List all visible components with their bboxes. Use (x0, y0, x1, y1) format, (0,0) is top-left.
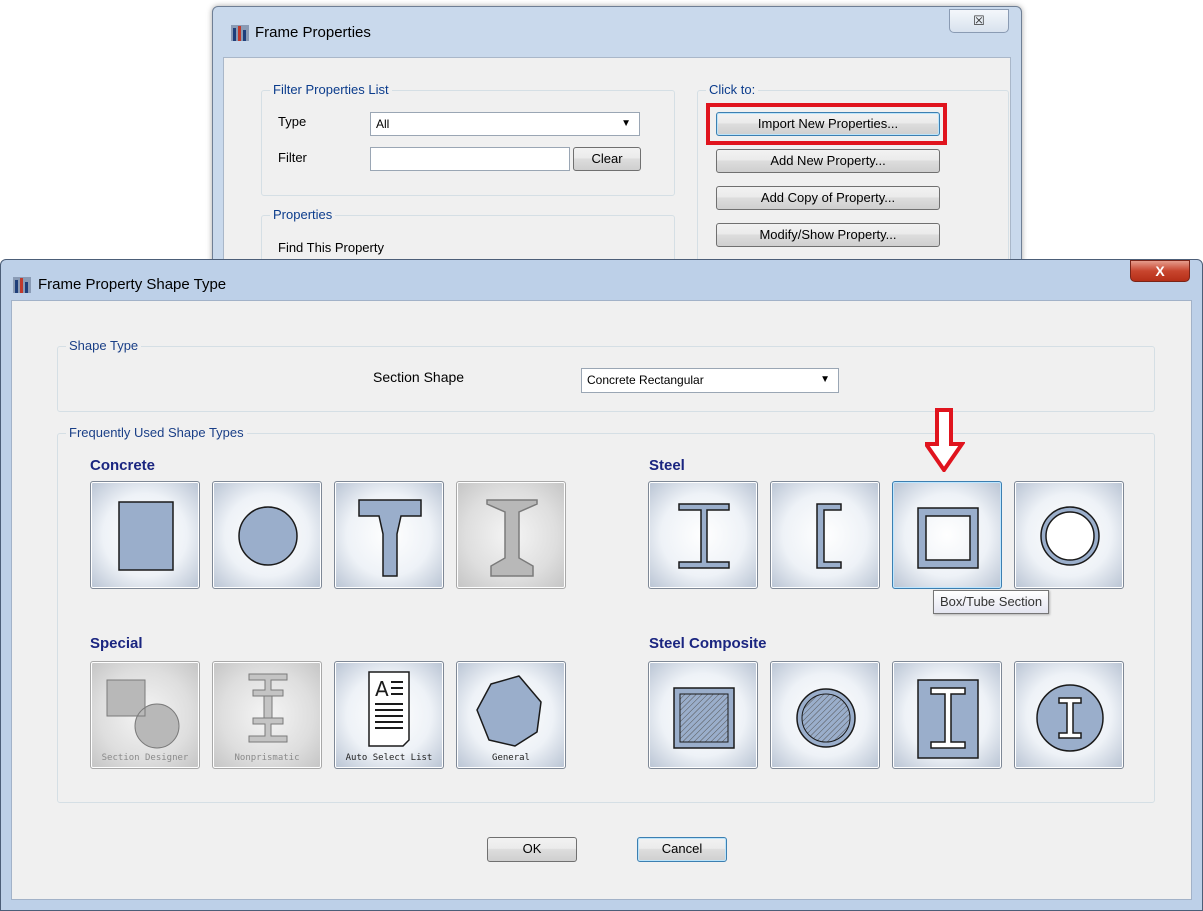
steel-composite-heading: Steel Composite (649, 635, 767, 652)
special-heading: Special (90, 635, 143, 652)
auto-select-list-button[interactable]: A Auto Select List (334, 661, 444, 769)
clear-button[interactable]: Clear (573, 147, 641, 171)
svg-text:A: A (375, 677, 389, 701)
box-tube-tooltip: Box/Tube Section (933, 590, 1050, 614)
type-dropdown[interactable]: All ▼ (370, 112, 640, 136)
type-dropdown-value: All (376, 117, 390, 131)
button-caption: Section Designer (101, 753, 189, 763)
encased-rectangle-button[interactable] (892, 661, 1002, 769)
filter-input[interactable] (370, 147, 570, 171)
shape-type-group: Shape Type Section Shape Concrete Rectan… (57, 338, 1155, 412)
i-girder-shape-icon (486, 499, 538, 577)
section-shape-value: Concrete Rectangular (587, 373, 704, 387)
concrete-tee-button[interactable] (334, 481, 444, 589)
box-tube-shape-icon (917, 507, 979, 569)
filter-label: Filter (278, 150, 307, 165)
concrete-circular-button[interactable] (212, 481, 322, 589)
find-property-label: Find This Property (278, 240, 384, 255)
steel-i-wide-flange-button[interactable] (648, 481, 758, 589)
encased-circle-icon (1036, 684, 1104, 752)
concrete-i-girder-button (456, 481, 566, 589)
general-section-button[interactable]: General (456, 661, 566, 769)
precast-tee-shape-icon (358, 499, 422, 577)
window-title: Frame Properties (255, 24, 371, 41)
section-designer-button: Section Designer (90, 661, 200, 769)
group-legend: Shape Type (66, 338, 142, 353)
steel-box-tube-button[interactable] (892, 481, 1002, 589)
import-highlight-box (706, 103, 947, 145)
close-button[interactable]: ☒ (949, 9, 1009, 33)
steel-pipe-button[interactable] (1014, 481, 1124, 589)
type-label: Type (278, 114, 307, 129)
concrete-heading: Concrete (90, 457, 156, 474)
channel-shape-icon (816, 503, 842, 569)
group-legend: Properties (270, 207, 336, 222)
i-beam-shape-icon (678, 503, 730, 569)
rectangle-shape-icon (118, 501, 174, 571)
concrete-rectangular-button[interactable] (90, 481, 200, 589)
section-shape-label: Section Shape (373, 369, 465, 385)
app-icon (13, 277, 31, 296)
encased-circle-button[interactable] (1014, 661, 1124, 769)
button-caption: General (492, 753, 530, 763)
red-down-arrow-icon (925, 408, 965, 472)
cancel-button[interactable]: Cancel (637, 837, 727, 862)
group-legend: Frequently Used Shape Types (66, 425, 247, 440)
steel-heading: Steel (649, 457, 685, 474)
add-copy-of-property-button[interactable]: Add Copy of Property... (716, 186, 940, 210)
nonprismatic-button: Nonprismatic (212, 661, 322, 769)
modify-show-property-button[interactable]: Modify/Show Property... (716, 223, 940, 247)
shape-dialog-titlebar: Frame Property Shape Type X (1, 260, 1202, 300)
app-icon (231, 25, 249, 44)
button-caption: Auto Select List (345, 753, 433, 763)
chevron-down-icon: ▼ (621, 118, 631, 129)
filled-tube-button[interactable] (648, 661, 758, 769)
circle-shape-icon (238, 506, 298, 566)
close-button[interactable]: X (1130, 260, 1190, 282)
filled-tube-icon (673, 687, 735, 749)
pipe-shape-icon (1040, 506, 1100, 566)
encased-rectangle-icon (917, 679, 979, 759)
group-legend: Filter Properties List (270, 82, 392, 97)
group-legend: Click to: (706, 82, 759, 97)
button-caption: Nonprismatic (234, 753, 300, 763)
frame-properties-titlebar: Frame Properties ☒ (213, 7, 1021, 57)
shape-type-dialog: Frame Property Shape Type X Shape Type S… (0, 259, 1203, 911)
filled-pipe-icon (796, 688, 856, 748)
dialog-title: Frame Property Shape Type (38, 276, 227, 293)
chevron-down-icon: ▼ (820, 374, 830, 385)
section-shape-dropdown[interactable]: Concrete Rectangular ▼ (581, 368, 839, 393)
filter-properties-group: Filter Properties List Type All ▼ Filter… (261, 82, 675, 196)
add-new-property-button[interactable]: Add New Property... (716, 149, 940, 173)
steel-channel-button[interactable] (770, 481, 880, 589)
ok-button[interactable]: OK (487, 837, 577, 862)
filled-pipe-button[interactable] (770, 661, 880, 769)
